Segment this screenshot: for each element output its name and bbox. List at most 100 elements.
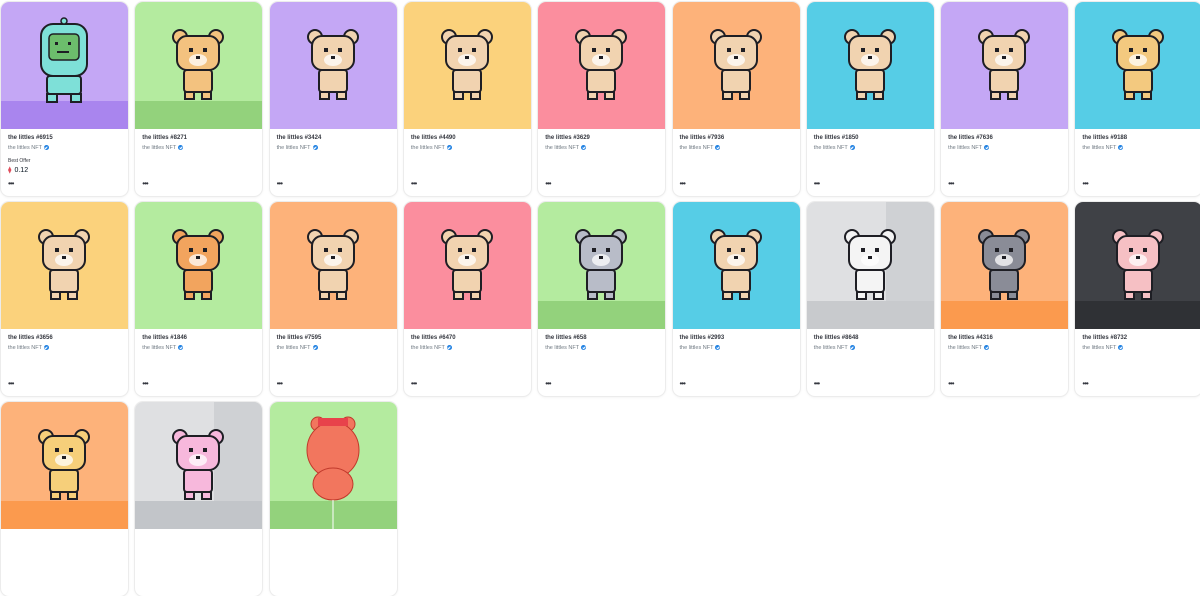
nft-image[interactable] [269, 402, 397, 529]
nft-card[interactable]: the littles #1846 the littles NFT ••• [135, 202, 263, 396]
collection-label: the littles NFT [545, 145, 580, 151]
nft-card[interactable] [269, 402, 397, 596]
nft-image[interactable] [135, 402, 263, 529]
more-options-icon[interactable]: ••• [8, 180, 14, 188]
collection-name[interactable]: the littles NFT [680, 145, 721, 151]
nft-image[interactable] [538, 2, 666, 129]
nft-name[interactable]: the littles #6915 [8, 135, 53, 141]
nft-card[interactable]: the littles #4316 the littles NFT ••• [941, 202, 1069, 396]
more-options-icon[interactable]: ••• [277, 380, 283, 388]
nft-card[interactable]: the littles #3424 the littles NFT ••• [269, 2, 397, 196]
nft-card[interactable]: the littles #3656 the littles NFT ••• [1, 202, 128, 396]
nft-name[interactable]: the littles #3656 [8, 335, 53, 341]
collection-name[interactable]: the littles NFT [142, 345, 184, 351]
nft-card[interactable]: the littles #3629 the littles NFT ••• [538, 2, 666, 196]
nft-card[interactable] [135, 402, 263, 596]
nft-image[interactable] [672, 2, 800, 129]
collection-name[interactable]: the littles NFT [411, 145, 452, 151]
nft-name[interactable]: the littles #9188 [1082, 135, 1127, 141]
nft-name[interactable]: the littles #4490 [411, 135, 456, 141]
collection-label: the littles NFT [410, 145, 445, 151]
nft-card[interactable]: the littles #1850 the littles NFT ••• [806, 2, 934, 196]
nft-card[interactable]: the littles #7936 the littles NFT ••• [672, 2, 800, 196]
nft-name[interactable]: the littles #1850 [814, 135, 859, 141]
nft-name[interactable]: the littles #658 [545, 335, 586, 341]
collection-name[interactable]: the littles NFT [948, 145, 990, 151]
collection-name[interactable]: the littles NFT [680, 345, 721, 351]
nft-image[interactable] [1, 202, 128, 329]
nft-card[interactable]: the littles #8732 the littles NFT ••• [1075, 202, 1200, 396]
collection-name[interactable]: the littles NFT [948, 345, 990, 351]
nft-card[interactable]: the littles #8648 the littles NFT ••• [806, 202, 934, 396]
nft-name[interactable]: the littles #7936 [680, 135, 725, 141]
collection-name[interactable]: the littles NFT [1082, 145, 1124, 151]
nft-image[interactable] [269, 202, 397, 329]
nft-card[interactable]: the littles #7595 the littles NFT ••• [269, 202, 397, 396]
nft-name[interactable]: the littles #6470 [411, 335, 456, 341]
nft-image[interactable] [941, 2, 1069, 129]
more-options-icon[interactable]: ••• [142, 380, 148, 388]
nft-image[interactable] [806, 2, 934, 129]
nft-name[interactable]: the littles #4316 [948, 335, 993, 341]
collection-name[interactable]: the littles NFT [8, 345, 49, 351]
more-options-icon[interactable]: ••• [1082, 180, 1088, 188]
collection-name[interactable]: the littles NFT [814, 345, 855, 351]
collection-name[interactable]: the littles NFT [142, 145, 184, 151]
nft-image[interactable] [135, 202, 263, 329]
collection-name[interactable]: the littles NFT [1082, 345, 1124, 351]
nft-image[interactable] [806, 202, 934, 329]
bear-figure [709, 229, 762, 300]
nft-card[interactable]: the littles #6915 the littles NFT Best Off… [1, 2, 128, 196]
nft-image[interactable] [1, 402, 128, 529]
more-options-icon[interactable]: ••• [814, 380, 820, 388]
nft-image[interactable] [135, 2, 263, 129]
more-options-icon[interactable]: ••• [411, 180, 417, 188]
more-options-icon[interactable]: ••• [545, 180, 551, 188]
nft-card[interactable]: the littles #8271 the littles NFT ••• [135, 2, 263, 196]
nft-image[interactable] [269, 2, 397, 129]
collection-name[interactable]: the littles NFT [814, 145, 855, 151]
more-options-icon[interactable]: ••• [1082, 380, 1088, 388]
more-options-icon[interactable]: ••• [680, 380, 686, 388]
nft-image[interactable] [538, 202, 666, 329]
nft-card[interactable] [1, 402, 128, 596]
collection-name[interactable]: the littles NFT [277, 345, 318, 351]
more-options-icon[interactable]: ••• [948, 380, 954, 388]
nft-card[interactable]: the littles #9188 the littles NFT ••• [1075, 2, 1200, 196]
nft-image[interactable] [1, 2, 128, 129]
nft-name[interactable]: the littles #2993 [680, 335, 725, 341]
collection-name[interactable]: the littles NFT [8, 145, 49, 151]
nft-name[interactable]: the littles #1846 [142, 335, 187, 341]
nft-image[interactable] [403, 202, 531, 329]
nft-name[interactable]: the littles #8648 [814, 335, 859, 341]
more-options-icon[interactable]: ••• [411, 380, 417, 388]
nft-card[interactable]: the littles #2993 the littles NFT ••• [672, 202, 800, 396]
nft-image[interactable] [1075, 202, 1200, 329]
nft-name[interactable]: the littles #7636 [948, 135, 993, 141]
more-options-icon[interactable]: ••• [948, 180, 954, 188]
more-options-icon[interactable]: ••• [142, 180, 148, 188]
collection-name[interactable]: the littles NFT [411, 345, 452, 351]
collection-name[interactable]: the littles NFT [545, 145, 587, 151]
nft-image[interactable] [403, 2, 531, 129]
nft-card[interactable]: the littles #658 the littles NFT ••• [538, 202, 666, 396]
more-options-icon[interactable]: ••• [545, 380, 551, 388]
more-options-icon[interactable]: ••• [814, 180, 820, 188]
bear-figure [709, 29, 762, 100]
nft-card[interactable]: the littles #4490 the littles NFT ••• [403, 2, 531, 196]
nft-image[interactable] [941, 202, 1069, 329]
nft-card[interactable]: the littles #6470 the littles NFT ••• [403, 202, 531, 396]
nft-name[interactable]: the littles #7595 [277, 335, 322, 341]
nft-card[interactable]: the littles #7636 the littles NFT ••• [941, 2, 1069, 196]
nft-name[interactable]: the littles #8732 [1082, 335, 1127, 341]
nft-name[interactable]: the littles #3424 [277, 135, 322, 141]
more-options-icon[interactable]: ••• [680, 180, 686, 188]
nft-name[interactable]: the littles #8271 [142, 135, 187, 141]
collection-name[interactable]: the littles NFT [277, 145, 318, 151]
nft-image[interactable] [672, 202, 800, 329]
more-options-icon[interactable]: ••• [8, 380, 14, 388]
collection-name[interactable]: the littles NFT [545, 345, 587, 351]
nft-image[interactable] [1075, 2, 1200, 129]
nft-name[interactable]: the littles #3629 [545, 135, 590, 141]
more-options-icon[interactable]: ••• [277, 180, 283, 188]
